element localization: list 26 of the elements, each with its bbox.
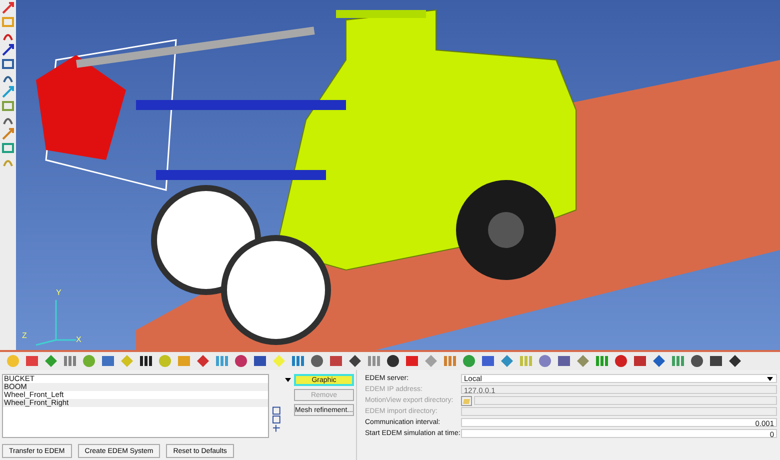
square-icon[interactable] [633, 354, 647, 368]
square-icon[interactable] [101, 354, 115, 368]
circle-icon[interactable] [310, 354, 324, 368]
diamond-icon[interactable] [652, 354, 666, 368]
square-icon[interactable] [709, 354, 723, 368]
arrow-icon[interactable] [2, 2, 14, 14]
dropdown-caret-icon[interactable] [766, 374, 774, 382]
bars-icon[interactable] [139, 354, 153, 368]
square-icon[interactable] [405, 354, 419, 368]
square-icon[interactable] [329, 354, 343, 368]
diamond-icon[interactable] [348, 354, 362, 368]
circle-icon[interactable] [386, 354, 400, 368]
axis-label: Z [22, 331, 27, 340]
square-icon[interactable] [557, 354, 571, 368]
folder-icon[interactable] [461, 396, 472, 406]
axis-label: X [76, 335, 82, 344]
list-tools-icon[interactable] [272, 406, 281, 434]
text-field[interactable] [461, 407, 777, 416]
square-icon[interactable] [481, 354, 495, 368]
diamond-icon[interactable] [728, 354, 742, 368]
dropdown-caret-icon[interactable] [284, 376, 292, 384]
axis-triad-icon [35, 299, 77, 346]
circle-icon[interactable] [690, 354, 704, 368]
directory-field[interactable] [474, 396, 777, 405]
square-icon[interactable] [253, 354, 267, 368]
axis-label: Y [56, 288, 62, 297]
